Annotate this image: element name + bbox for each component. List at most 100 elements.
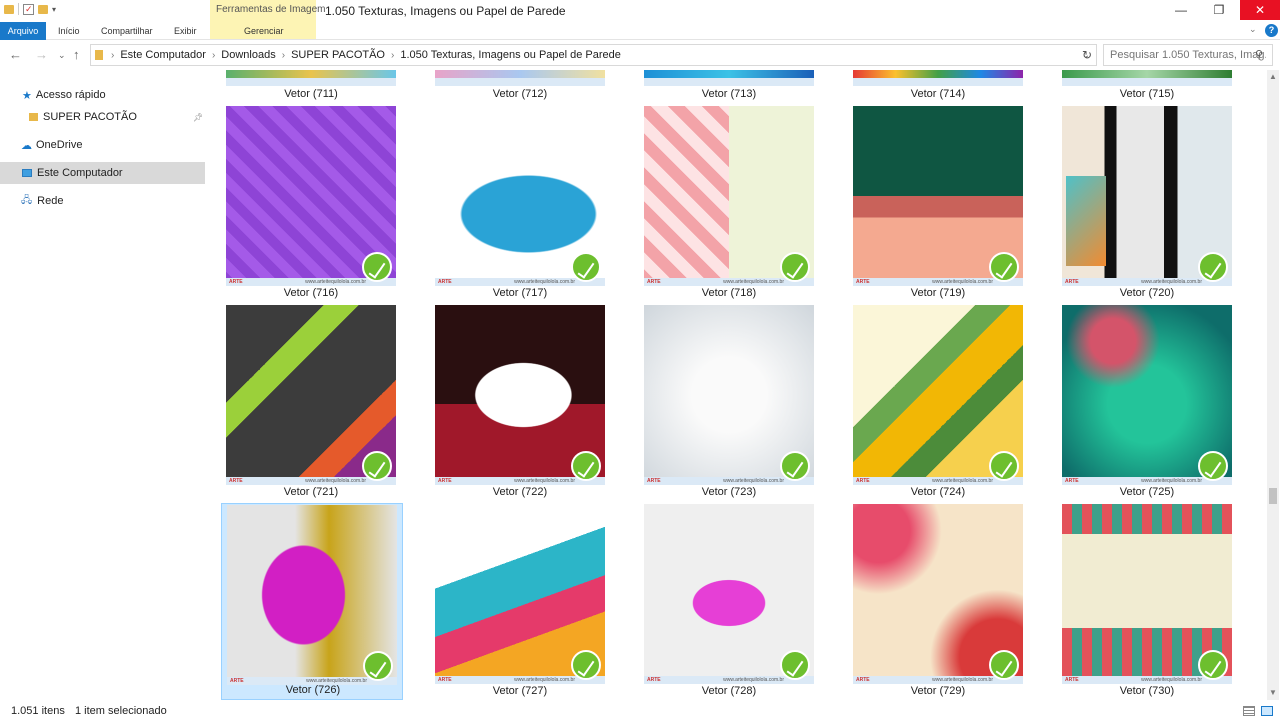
thumbnail	[644, 70, 814, 86]
title-bar: ✓ ▾ — ❐ ✕	[0, 0, 1280, 22]
navigation-pane: ★ Acesso rápido SUPER PACOTÃO 📌︎ ☁ OneDr…	[0, 76, 214, 696]
badge-icon	[989, 451, 1019, 481]
thumbnail: www.arteitequilolola.com.br ARTE	[226, 305, 396, 485]
breadcrumb-super-pacotao[interactable]: SUPER PACOTÃO	[291, 49, 385, 61]
file-tile[interactable]: www.arteitequilolola.com.br ARTE Vetor (7…	[847, 305, 1029, 501]
file-name: Vetor (728)	[701, 685, 757, 697]
recent-locations-icon[interactable]: ⌄	[58, 50, 66, 61]
scroll-down-icon[interactable]: ▼	[1269, 688, 1277, 697]
file-name: Vetor (724)	[910, 486, 966, 498]
file-tile[interactable]: www.arteitequilolola.com.br ARTE Vetor (7…	[638, 305, 820, 501]
file-name: Vetor (721)	[283, 486, 339, 498]
thumbnail: www.arteitequilolola.com.br ARTE	[644, 106, 814, 286]
thumbnail: www.arteitequilolola.com.br ARTE	[435, 504, 605, 684]
file-tile[interactable]: www.arteitequilolola.com.br ARTE Vetor (7…	[1056, 106, 1238, 302]
address-bar[interactable]: › Este Computador › Downloads › SUPER PA…	[90, 44, 1097, 66]
window-title: 1.050 Texturas, Imagens ou Papel de Pare…	[325, 4, 566, 18]
scrollbar-thumb[interactable]	[1269, 488, 1277, 504]
new-folder-icon[interactable]	[38, 4, 48, 14]
file-tile[interactable]: Vetor (714)	[847, 70, 1029, 102]
search-icon[interactable]: ⚲	[1255, 48, 1263, 61]
details-view-icon[interactable]	[1243, 706, 1255, 716]
cloud-icon: ☁	[21, 139, 32, 152]
file-tile[interactable]: www.arteitequilolola.com.br ARTE Vetor (7…	[429, 305, 611, 501]
help-icon[interactable]: ?	[1265, 24, 1278, 37]
badge-icon	[989, 252, 1019, 282]
sidebar-item-este-computador[interactable]: Este Computador	[0, 162, 205, 184]
context-tab-title: Ferramentas de Imagem	[216, 4, 326, 15]
file-tile[interactable]: www.arteitequilolola.com.br ARTE Vetor (7…	[1056, 504, 1238, 700]
badge-icon	[363, 651, 393, 681]
file-name: Vetor (718)	[701, 287, 757, 299]
forward-arrow-icon[interactable]: →	[35, 47, 48, 62]
badge-icon	[1198, 252, 1228, 282]
thumbnail: www.arteitequilolola.com.br ARTE	[1062, 106, 1232, 286]
file-tile[interactable]: www.arteitequilolola.com.br ARTE Vetor (7…	[638, 106, 820, 302]
file-name: Vetor (719)	[910, 287, 966, 299]
back-arrow-icon[interactable]: ←	[9, 47, 22, 62]
sidebar-item-rede[interactable]: 🖧︎ Rede	[0, 190, 205, 212]
minimize-button[interactable]: —	[1161, 0, 1201, 20]
file-name: Vetor (717)	[492, 287, 548, 299]
sidebar-item-label: Este Computador	[37, 167, 123, 179]
breadcrumb-current-folder[interactable]: 1.050 Texturas, Imagens ou Papel de Pare…	[400, 49, 621, 61]
network-icon: 🖧︎	[21, 194, 33, 206]
pin-icon[interactable]: 📌︎	[193, 113, 203, 122]
file-tile[interactable]: www.arteitequilolola.com.br ARTE Vetor (7…	[847, 504, 1029, 700]
scroll-up-icon[interactable]: ▲	[1269, 72, 1277, 81]
item-count: 1.051 itens	[11, 705, 65, 717]
tab-compartilhar[interactable]: Compartilhar	[101, 22, 153, 40]
close-button[interactable]: ✕	[1240, 0, 1280, 20]
file-name: Vetor (716)	[283, 287, 339, 299]
maximize-button[interactable]: ❐	[1199, 0, 1239, 20]
thumbnail: www.arteitequilolola.com.br ARTE	[644, 504, 814, 684]
breadcrumb-downloads[interactable]: Downloads	[221, 49, 275, 61]
navigation-bar: ← → ⌄ ↑ › Este Computador › Downloads › …	[0, 42, 1280, 68]
vertical-scrollbar[interactable]: ▲ ▼	[1267, 70, 1279, 700]
sidebar-item-acesso-rapido[interactable]: ★ Acesso rápido	[0, 84, 205, 106]
refresh-icon[interactable]: ↻	[1082, 48, 1092, 62]
file-tile[interactable]: www.arteitequilolola.com.br ARTE Vetor (7…	[429, 504, 611, 700]
breadcrumb-este-computador[interactable]: Este Computador	[120, 49, 206, 61]
file-tile[interactable]: Vetor (715)	[1056, 70, 1238, 102]
badge-icon	[780, 650, 810, 680]
thumbnail	[435, 70, 605, 86]
tab-arquivo[interactable]: Arquivo	[0, 22, 46, 40]
thumbnail: www.arteitequilolola.com.br ARTE	[1062, 305, 1232, 485]
file-tile[interactable]: Vetor (712)	[429, 70, 611, 102]
thumbnail	[853, 70, 1023, 86]
file-tile[interactable]: www.arteitequilolola.com.br ARTE Vetor (7…	[220, 305, 402, 501]
folder-icon[interactable]	[4, 4, 14, 14]
file-view: Vetor (711) Vetor (712) Vetor (713) Veto…	[220, 70, 1265, 700]
file-tile[interactable]: www.arteitequilolola.com.br ARTE Vetor (7…	[429, 106, 611, 302]
selection-count: 1 item selecionado	[75, 705, 167, 717]
file-tile[interactable]: www.arteitequilolola.com.br ARTE Vetor (7…	[847, 106, 1029, 302]
file-tile[interactable]: www.arteitequilolola.com.br ARTE Vetor (7…	[220, 106, 402, 302]
file-tile-selected[interactable]: www.arteitequilolola.com.br ARTE Vetor (7…	[221, 503, 403, 700]
file-tile[interactable]: www.arteitequilolola.com.br ARTE Vetor (7…	[1056, 305, 1238, 501]
file-tile[interactable]: Vetor (713)	[638, 70, 820, 102]
badge-icon	[1198, 650, 1228, 680]
tab-inicio[interactable]: Início	[58, 22, 80, 40]
ribbon-expand-icon[interactable]: ⌄	[1249, 24, 1257, 35]
tab-gerenciar[interactable]: Gerenciar	[244, 22, 284, 40]
large-icons-view-icon[interactable]	[1261, 706, 1273, 716]
thumbnail	[226, 70, 396, 86]
customize-dropdown-icon[interactable]: ▾	[52, 5, 56, 14]
search-input[interactable]	[1103, 44, 1273, 66]
file-tile[interactable]: www.arteitequilolola.com.br ARTE Vetor (7…	[638, 504, 820, 700]
thumbnail: www.arteitequilolola.com.br ARTE	[435, 106, 605, 286]
sidebar-item-onedrive[interactable]: ☁ OneDrive	[0, 134, 205, 156]
file-tile[interactable]: Vetor (711)	[220, 70, 402, 102]
properties-icon[interactable]: ✓	[23, 3, 34, 15]
tab-exibir[interactable]: Exibir	[174, 22, 197, 40]
thumbnail: www.arteitequilolola.com.br ARTE	[853, 106, 1023, 286]
sidebar-item-super-pacotao[interactable]: SUPER PACOTÃO 📌︎	[0, 106, 205, 128]
thumbnail: www.arteitequilolola.com.br ARTE	[853, 504, 1023, 684]
computer-icon	[22, 169, 32, 177]
file-name: Vetor (723)	[701, 486, 757, 498]
star-icon: ★	[22, 89, 32, 102]
file-name: Vetor (726)	[285, 684, 341, 696]
up-arrow-icon[interactable]: ↑	[73, 47, 80, 62]
file-name: Vetor (729)	[910, 685, 966, 697]
